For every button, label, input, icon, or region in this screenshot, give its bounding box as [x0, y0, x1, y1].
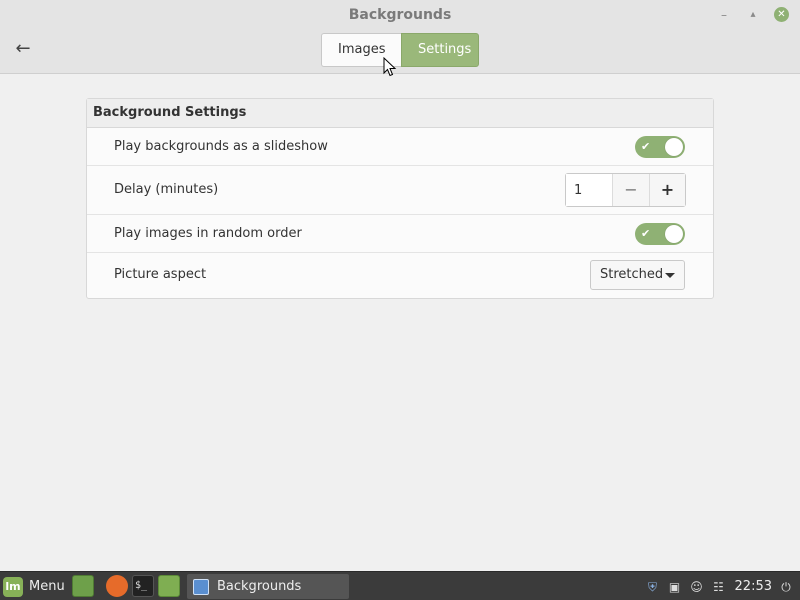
random-order-switch[interactable]: ✔	[635, 223, 685, 245]
user-icon[interactable]: ☺	[689, 579, 705, 595]
check-icon: ✔	[641, 227, 651, 240]
picture-aspect-value: Stretched	[600, 267, 664, 282]
menu-label: Menu	[29, 579, 65, 594]
switch-knob	[665, 225, 683, 243]
random-order-label: Play images in random order	[114, 226, 302, 241]
close-icon[interactable]: ✕	[774, 7, 789, 22]
system-tray: ⛨ ▣ ☺ ☷ 22:53 ⏻	[639, 576, 794, 597]
header-bar: Backgrounds – ▴ ✕ ← Images Settings	[0, 0, 800, 74]
mouse-cursor-icon	[383, 57, 397, 77]
view-switcher: Images Settings	[321, 33, 479, 67]
check-icon: ✔	[641, 140, 651, 153]
increment-button[interactable]: +	[649, 174, 685, 206]
clock[interactable]: 22:53	[735, 579, 772, 594]
background-settings-panel: Background Settings Play backgrounds as …	[86, 98, 714, 299]
delay-spinbutton: − +	[565, 173, 686, 207]
back-button[interactable]: ←	[12, 38, 34, 60]
mint-logo-icon: lm	[3, 576, 23, 597]
picture-aspect-row: Picture aspect Stretched	[87, 253, 713, 297]
decrement-button[interactable]: −	[613, 174, 649, 206]
backgrounds-window: Backgrounds – ▴ ✕ ← Images Settings Back…	[0, 0, 800, 571]
firefox-icon[interactable]	[106, 575, 128, 597]
slideshow-label: Play backgrounds as a slideshow	[114, 139, 328, 154]
arrow-left-icon: ←	[15, 38, 31, 59]
slideshow-switch[interactable]: ✔	[635, 136, 685, 158]
picture-aspect-dropdown[interactable]: Stretched	[590, 260, 685, 290]
window-title: Backgrounds	[348, 7, 452, 23]
slideshow-row: Play backgrounds as a slideshow ✔	[87, 128, 713, 166]
taskbar-window-backgrounds[interactable]: Backgrounds	[187, 574, 349, 599]
files-icon[interactable]	[158, 575, 180, 597]
delay-label: Delay (minutes)	[114, 182, 219, 197]
minimize-icon[interactable]: –	[716, 7, 732, 23]
panel-title: Background Settings	[87, 99, 713, 128]
delay-row: Delay (minutes) − +	[87, 166, 713, 215]
picture-aspect-label: Picture aspect	[114, 267, 207, 282]
network-icon[interactable]: ☷	[711, 579, 727, 595]
delay-input[interactable]	[566, 174, 613, 206]
terminal-icon[interactable]: $_	[132, 575, 154, 597]
shield-icon[interactable]: ⛨	[645, 579, 661, 595]
maximize-icon[interactable]: ▴	[745, 7, 761, 23]
show-desktop-icon[interactable]	[72, 575, 94, 597]
chevron-down-icon	[665, 273, 675, 278]
taskbar: lm Menu $_ Backgrounds ⛨ ▣ ☺ ☷ 22:53 ⏻	[0, 571, 800, 600]
power-icon[interactable]: ⏻	[778, 579, 794, 595]
random-order-row: Play images in random order ✔	[87, 215, 713, 253]
menu-button[interactable]: lm Menu	[3, 575, 65, 598]
tab-settings[interactable]: Settings	[401, 33, 479, 67]
switch-knob	[665, 138, 683, 156]
clipboard-icon[interactable]: ▣	[667, 579, 683, 595]
backgrounds-app-icon	[193, 578, 209, 595]
task-label: Backgrounds	[217, 579, 302, 594]
